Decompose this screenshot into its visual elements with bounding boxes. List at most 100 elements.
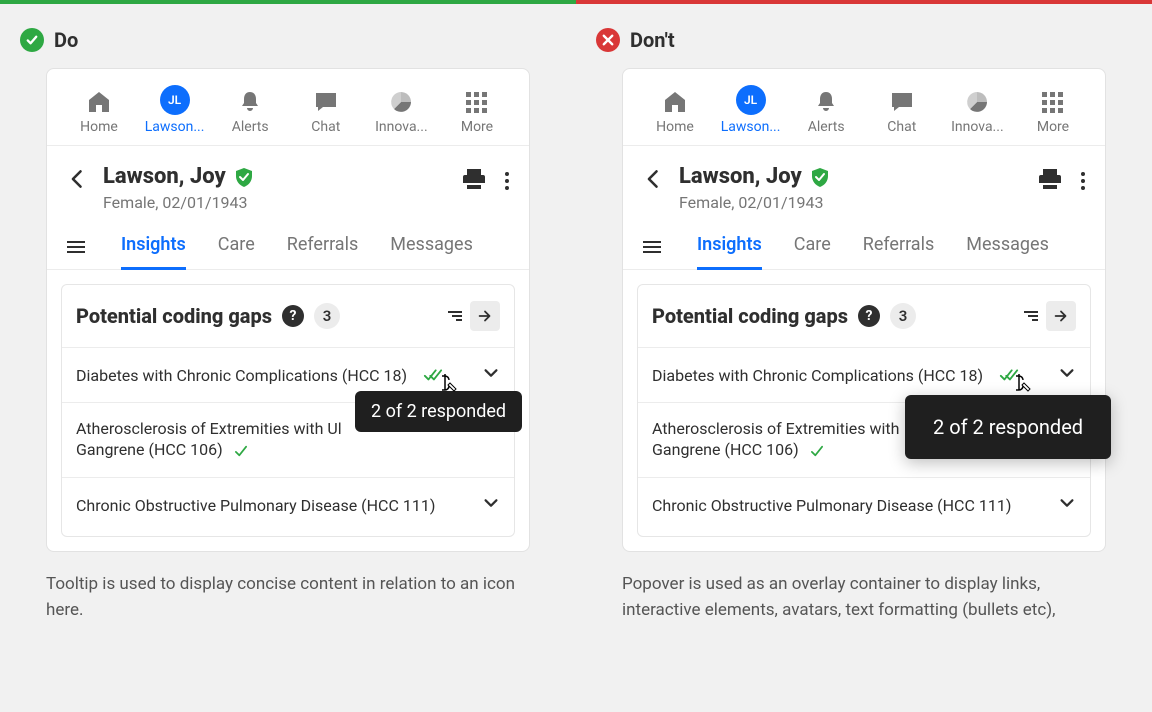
nav-lawson[interactable]: JL Lawson... [719, 85, 783, 135]
tab-messages[interactable]: Messages [390, 224, 473, 269]
nav-lawson[interactable]: JL Lawson... [143, 85, 207, 135]
nav-lawson-label: Lawson... [721, 119, 781, 135]
row2a-text: Atherosclerosis of Extremities with Ul [76, 419, 342, 438]
popover-text: 2 of 2 responded [933, 415, 1083, 439]
bell-icon [237, 89, 263, 115]
nav-more[interactable]: More [1021, 89, 1085, 135]
home-icon [86, 89, 112, 115]
back-button[interactable] [67, 168, 89, 194]
print-icon [1037, 166, 1063, 192]
row1-text: Diabetes with Chronic Complications (HCC… [652, 366, 983, 385]
arrow-right-icon [1052, 307, 1070, 325]
back-arrow-icon [643, 168, 665, 190]
nav-home[interactable]: Home [643, 89, 707, 135]
nav-innova-label: Innova... [951, 119, 1004, 135]
count-badge: 3 [314, 303, 340, 329]
single-check-icon [809, 442, 825, 461]
expand-button[interactable] [470, 301, 500, 331]
nav-chat-label: Chat [887, 119, 916, 135]
nav-more-label: More [1037, 119, 1069, 135]
row2b-text: Gangrene (HCC 106) [652, 440, 799, 459]
avatar-icon: JL [736, 85, 766, 115]
nav-chat[interactable]: Chat [870, 89, 934, 135]
check-icon [24, 32, 40, 48]
nav-home-label: Home [656, 119, 694, 135]
do-label: Do [54, 28, 78, 52]
tab-care[interactable]: Care [794, 224, 831, 269]
nav-chat[interactable]: Chat [294, 89, 358, 135]
popover[interactable]: 2 of 2 responded [905, 395, 1111, 459]
cursor-icon [1011, 372, 1033, 396]
sort-icon[interactable] [448, 311, 462, 321]
kebab-menu[interactable] [1081, 172, 1085, 190]
tab-referrals[interactable]: Referrals [287, 224, 359, 269]
help-icon[interactable]: ? [282, 305, 304, 327]
panel-title: Potential coding gaps [76, 304, 272, 328]
bell-icon [813, 89, 839, 115]
tab-referrals[interactable]: Referrals [863, 224, 935, 269]
cursor-icon [437, 372, 459, 396]
tab-bar: Insights Care Referrals Messages [47, 224, 529, 270]
tab-menu-button[interactable] [643, 241, 661, 253]
patient-header: Lawson, Joy Female, 02/01/1943 [47, 146, 529, 224]
count-badge: 3 [890, 303, 916, 329]
row3-text: Chronic Obstructive Pulmonary Disease (H… [652, 496, 1011, 515]
chat-icon [313, 89, 339, 115]
more-grid-icon [1040, 89, 1066, 115]
nav-innova[interactable]: Innova... [945, 89, 1009, 135]
tab-insights[interactable]: Insights [697, 224, 762, 269]
back-button[interactable] [643, 168, 665, 194]
chat-icon [889, 89, 915, 115]
print-button[interactable] [1037, 166, 1063, 196]
top-nav: Home JL Lawson... Alerts Chat Innova... [47, 69, 529, 146]
nav-more[interactable]: More [445, 89, 509, 135]
print-button[interactable] [461, 166, 487, 196]
tab-insights[interactable]: Insights [121, 224, 186, 269]
expand-button[interactable] [1046, 301, 1076, 331]
list-item[interactable]: Chronic Obstructive Pulmonary Disease (H… [638, 477, 1090, 532]
row2b-text: Gangrene (HCC 106) [76, 440, 223, 459]
row3-text: Chronic Obstructive Pulmonary Disease (H… [76, 496, 435, 515]
pie-icon [964, 89, 990, 115]
help-icon[interactable]: ? [858, 305, 880, 327]
do-badge [20, 28, 44, 52]
verified-shield-icon [234, 167, 254, 187]
nav-alerts-label: Alerts [808, 119, 845, 135]
print-icon [461, 166, 487, 192]
nav-lawson-label: Lawson... [145, 119, 205, 135]
do-column: Do Home JL Lawson... Alerts Chat [0, 0, 576, 653]
avatar-initials: JL [744, 93, 757, 107]
nav-more-label: More [461, 119, 493, 135]
home-icon [662, 89, 688, 115]
tab-bar: Insights Care Referrals Messages [623, 224, 1105, 270]
tab-menu-button[interactable] [67, 241, 85, 253]
nav-home-label: Home [80, 119, 118, 135]
patient-sub: Female, 02/01/1943 [103, 193, 254, 212]
nav-alerts[interactable]: Alerts [794, 89, 858, 135]
dont-badge [596, 28, 620, 52]
tab-messages[interactable]: Messages [966, 224, 1049, 269]
patient-header: Lawson, Joy Female, 02/01/1943 [623, 146, 1105, 224]
single-check-icon [233, 442, 249, 461]
nav-home[interactable]: Home [67, 89, 131, 135]
nav-alerts-label: Alerts [232, 119, 269, 135]
nav-alerts[interactable]: Alerts [218, 89, 282, 135]
chevron-down-icon [482, 494, 500, 516]
list-item[interactable]: Chronic Obstructive Pulmonary Disease (H… [62, 477, 514, 532]
top-nav: Home JL Lawson... Alerts Chat Innova... [623, 69, 1105, 146]
pie-icon [388, 89, 414, 115]
tooltip: 2 of 2 responded [355, 391, 522, 432]
panel-title: Potential coding gaps [652, 304, 848, 328]
kebab-menu[interactable] [505, 172, 509, 190]
dont-label: Don't [630, 28, 675, 52]
avatar-initials: JL [168, 93, 181, 107]
tooltip-text: 2 of 2 responded [371, 401, 506, 422]
nav-innova[interactable]: Innova... [369, 89, 433, 135]
do-card: Home JL Lawson... Alerts Chat Innova... [46, 68, 530, 552]
arrow-right-icon [476, 307, 494, 325]
patient-name: Lawson, Joy [103, 164, 226, 189]
sort-icon[interactable] [1024, 311, 1038, 321]
nav-chat-label: Chat [311, 119, 340, 135]
tab-care[interactable]: Care [218, 224, 255, 269]
row2a-text: Atherosclerosis of Extremities with [652, 419, 899, 438]
